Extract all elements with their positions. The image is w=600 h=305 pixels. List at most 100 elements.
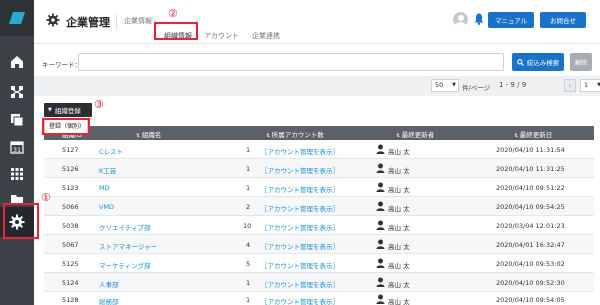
user-icon: [376, 144, 385, 154]
org-name-link[interactable]: Cレスト: [99, 146, 123, 156]
updated-date: 2020/04/10 09:51:22: [496, 184, 565, 192]
org-id: 5123: [62, 184, 79, 192]
keyword-label: キーワード：: [42, 61, 81, 69]
per-page-select[interactable]: 50 ▼: [431, 79, 459, 92]
account-manage-link[interactable]: ［アカウント管理を表示］: [261, 241, 339, 251]
manual-button[interactable]: マニュアル: [488, 12, 534, 28]
search-icon: [516, 58, 524, 66]
org-id: 5124: [62, 279, 79, 287]
prev-page-button[interactable]: ‹: [564, 79, 576, 92]
calendar-day-label: 31: [13, 146, 21, 154]
account-count: 4: [246, 241, 251, 249]
updater-name: 高山 太: [388, 281, 410, 289]
org-name-link[interactable]: クリエイティブ部: [99, 222, 150, 232]
account-count: 1: [246, 279, 251, 287]
column-header-name-label: 組織名: [141, 131, 162, 139]
avatar[interactable]: [453, 12, 468, 27]
user-icon: [376, 163, 385, 173]
table-row: 5123 MD 1 ［アカウント管理を表示］ 高山 太 2020/04/10 0…: [44, 178, 594, 197]
org-id: 5125: [62, 260, 79, 268]
account-manage-link[interactable]: ［アカウント管理を表示］: [261, 222, 339, 232]
column-header-date-label: 最終更新日: [519, 131, 553, 139]
org-id: 5127: [62, 146, 79, 154]
org-id: 5126: [62, 165, 79, 173]
account-count: 5: [246, 260, 251, 268]
org-name-link[interactable]: ストアマネージャー: [99, 241, 157, 251]
keyword-input[interactable]: [78, 53, 504, 71]
result-range: 1 - 9 / 9: [499, 81, 527, 89]
annotation-2: ②: [168, 7, 178, 20]
sidebar-item-grid[interactable]: [0, 160, 34, 188]
org-name-link[interactable]: MD: [99, 184, 110, 192]
tab-company-info[interactable]: 企業情報: [124, 16, 152, 26]
table-row: 5066 VMD 2 ［アカウント管理を表示］ 高山 太 2020/04/10 …: [44, 197, 594, 216]
account-manage-link[interactable]: ［アカウント管理を表示］: [261, 279, 339, 289]
updater-name: 高山 太: [388, 205, 410, 213]
account-manage-link[interactable]: ［アカウント管理を表示］: [261, 146, 339, 156]
updater-name: 高山 太: [388, 262, 410, 270]
user-icon: [376, 201, 385, 211]
grid-icon: [11, 168, 23, 180]
app-logo[interactable]: [0, 0, 34, 36]
caret-down-icon: ▼: [48, 107, 52, 113]
bell-icon[interactable]: [474, 13, 484, 25]
clear-button[interactable]: 解除: [570, 53, 592, 71]
org-name-link[interactable]: 総務部: [99, 296, 119, 305]
home-icon: [11, 56, 23, 68]
tab-highlight-box: [154, 22, 198, 40]
calendar-icon: 31: [10, 141, 24, 154]
updater-name: 高山 太: [388, 186, 410, 194]
sidebar-item-stack[interactable]: [0, 106, 34, 134]
account-count: 1: [246, 296, 251, 304]
column-header-count[interactable]: ⇅ 所属アカウント数: [266, 129, 324, 139]
updater-name: 高山 太: [388, 243, 410, 251]
table-row: 5125 マーケティング部 5 ［アカウント管理を表示］ 高山 太 2020/0…: [44, 254, 594, 273]
tab-account[interactable]: アカウント: [204, 31, 239, 41]
account-manage-link[interactable]: ［アカウント管理を表示］: [261, 184, 339, 194]
page-value: 1: [584, 81, 589, 89]
sidebar-highlight-box: [3, 203, 39, 239]
account-manage-link[interactable]: ［アカウント管理を表示］: [261, 260, 339, 270]
account-count: 1: [246, 146, 251, 154]
column-header-updater[interactable]: ⇅ 最終更新者: [396, 129, 434, 139]
account-count: 1: [246, 184, 251, 192]
page-title: 企業管理: [66, 16, 110, 29]
updated-date: 2020/03/04 12:01:23: [496, 222, 565, 230]
updated-date: 2020/04/10 09:54:25: [496, 203, 565, 211]
filter-search-label: 絞込み検索: [526, 59, 560, 67]
updated-date: 2020/04/10 09:54:05: [496, 296, 565, 304]
app-root: 31 企業管理 企業情報 組織情報 アカウント 企業連携 マニュアル お問合せ …: [0, 0, 600, 305]
header: 企業管理 企業情報 組織情報 アカウント 企業連携 マニュアル お問合せ: [34, 0, 600, 44]
account-manage-link[interactable]: ［アカウント管理を表示］: [261, 296, 339, 305]
org-name-link[interactable]: マーケティング部: [99, 260, 150, 270]
tab-company-link[interactable]: 企業連携: [252, 31, 280, 41]
org-id: 5128: [62, 296, 79, 304]
updater-name: 高山 太: [388, 148, 410, 156]
org-name-link[interactable]: K工芸: [99, 165, 116, 175]
user-icon: [376, 220, 385, 230]
logo-icon: [9, 12, 25, 24]
per-page-label: 件/ページ: [462, 84, 491, 92]
filter-search-button[interactable]: 絞込み検索: [512, 53, 564, 71]
sidebar-item-calendar[interactable]: 31: [0, 133, 34, 161]
sidebar-item-home[interactable]: [0, 48, 34, 76]
column-header-updater-label: 最終更新者: [401, 131, 435, 139]
organization-register-dropdown[interactable]: ▼ 組織登録: [44, 103, 92, 117]
chevron-down-icon: ▼: [452, 82, 456, 88]
sidebar-item-nodes[interactable]: [0, 78, 34, 106]
account-manage-link[interactable]: ［アカウント管理を表示］: [261, 203, 339, 213]
org-name-link[interactable]: 人事部: [99, 279, 119, 289]
org-name-link[interactable]: VMD: [99, 203, 114, 211]
page-select[interactable]: 1 ▼: [580, 79, 600, 92]
dropdown-label: 組織登録: [54, 107, 81, 115]
chevron-left-icon: ‹: [568, 81, 572, 90]
table-row: 5067 ストアマネージャー 4 ［アカウント管理を表示］ 高山 太 2020/…: [44, 235, 594, 254]
column-header-date[interactable]: ⇅ 最終更新日: [514, 129, 552, 139]
nodes-icon: [11, 86, 23, 98]
column-header-name[interactable]: ⇅ 組織名: [136, 129, 161, 139]
contact-button[interactable]: お問合せ: [540, 12, 586, 28]
account-manage-link[interactable]: ［アカウント管理を表示］: [261, 165, 339, 175]
pagination-bar: 50 ▼ 件/ページ 1 - 9 / 9 ‹ 1 ▼ ›: [34, 76, 600, 96]
table-row: 5128 総務部 1 ［アカウント管理を表示］ 高山 太 2020/04/10 …: [44, 292, 594, 305]
user-icon: [376, 294, 385, 304]
